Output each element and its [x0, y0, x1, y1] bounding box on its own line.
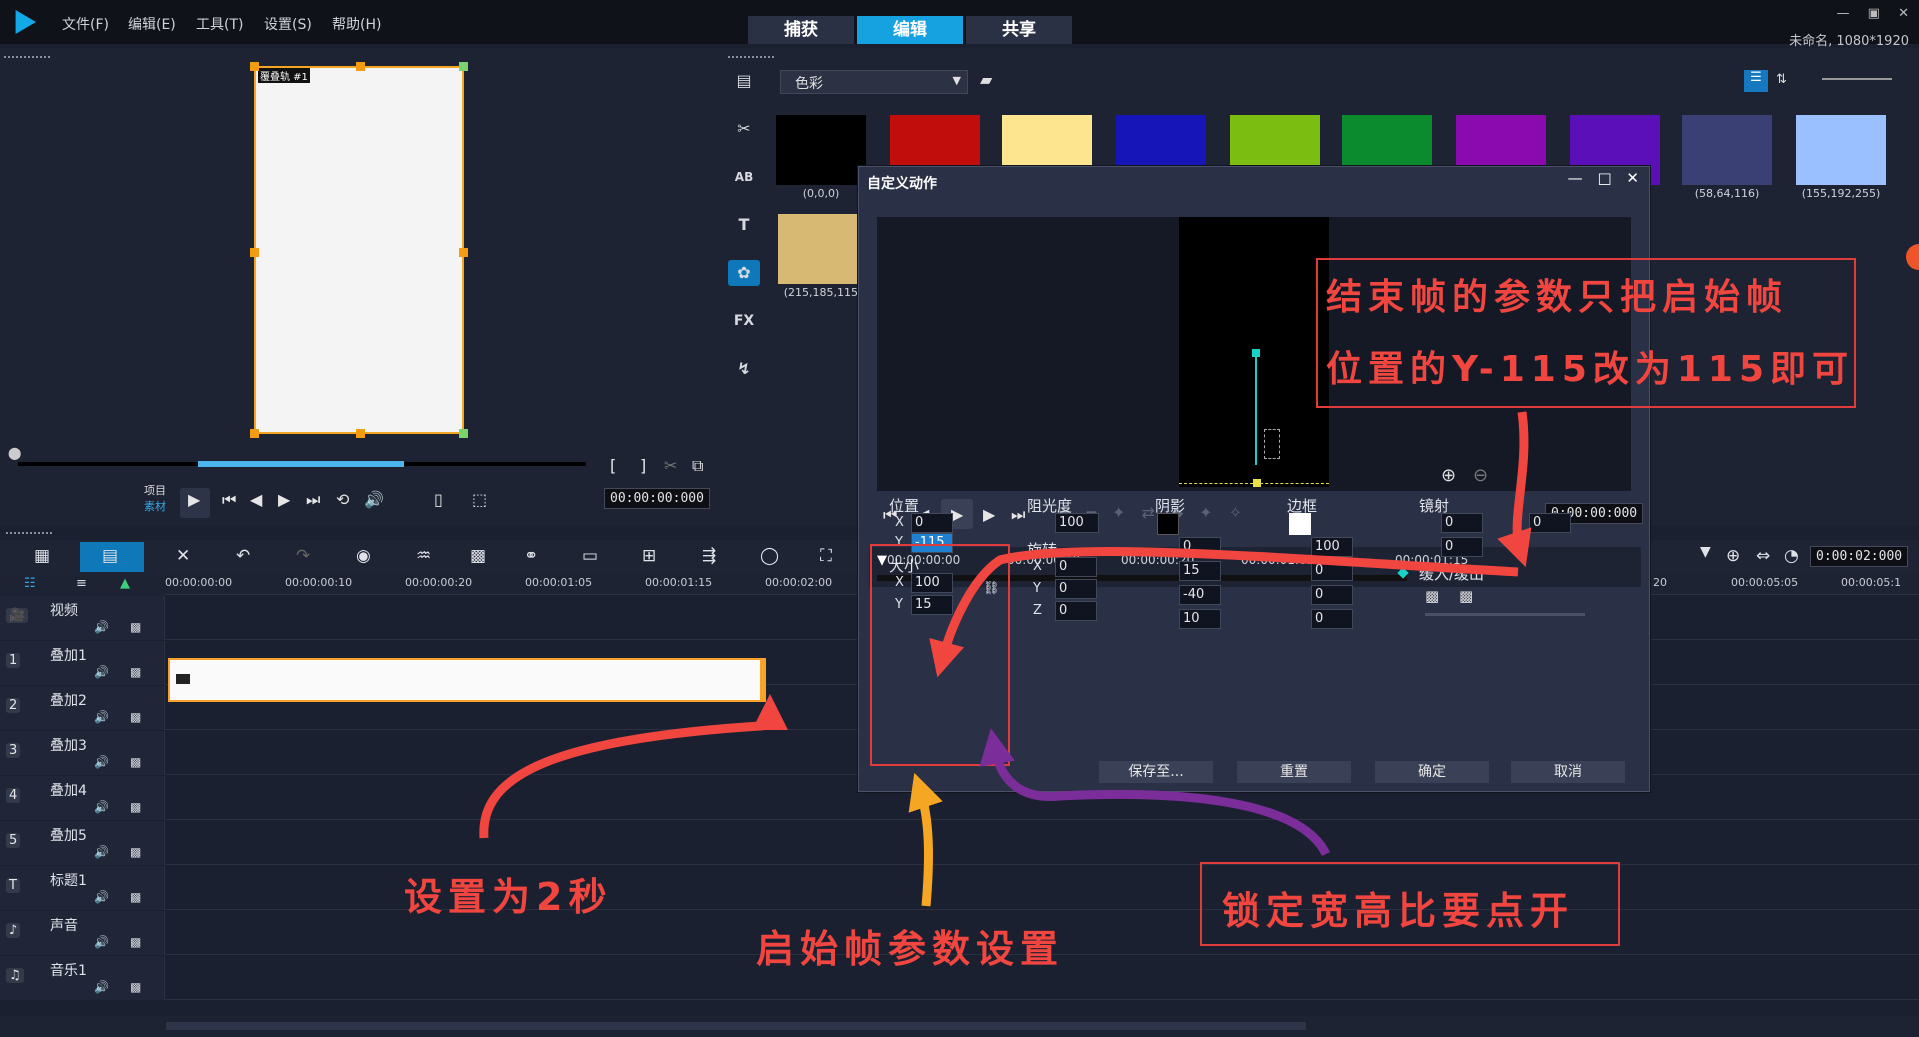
app-window: 文件(F) 编辑(E) 工具(T) 设置(S) 帮助(H) 捕获 编辑 共享 —… [0, 0, 1919, 1037]
annotation-arrows [479, 411, 1532, 907]
